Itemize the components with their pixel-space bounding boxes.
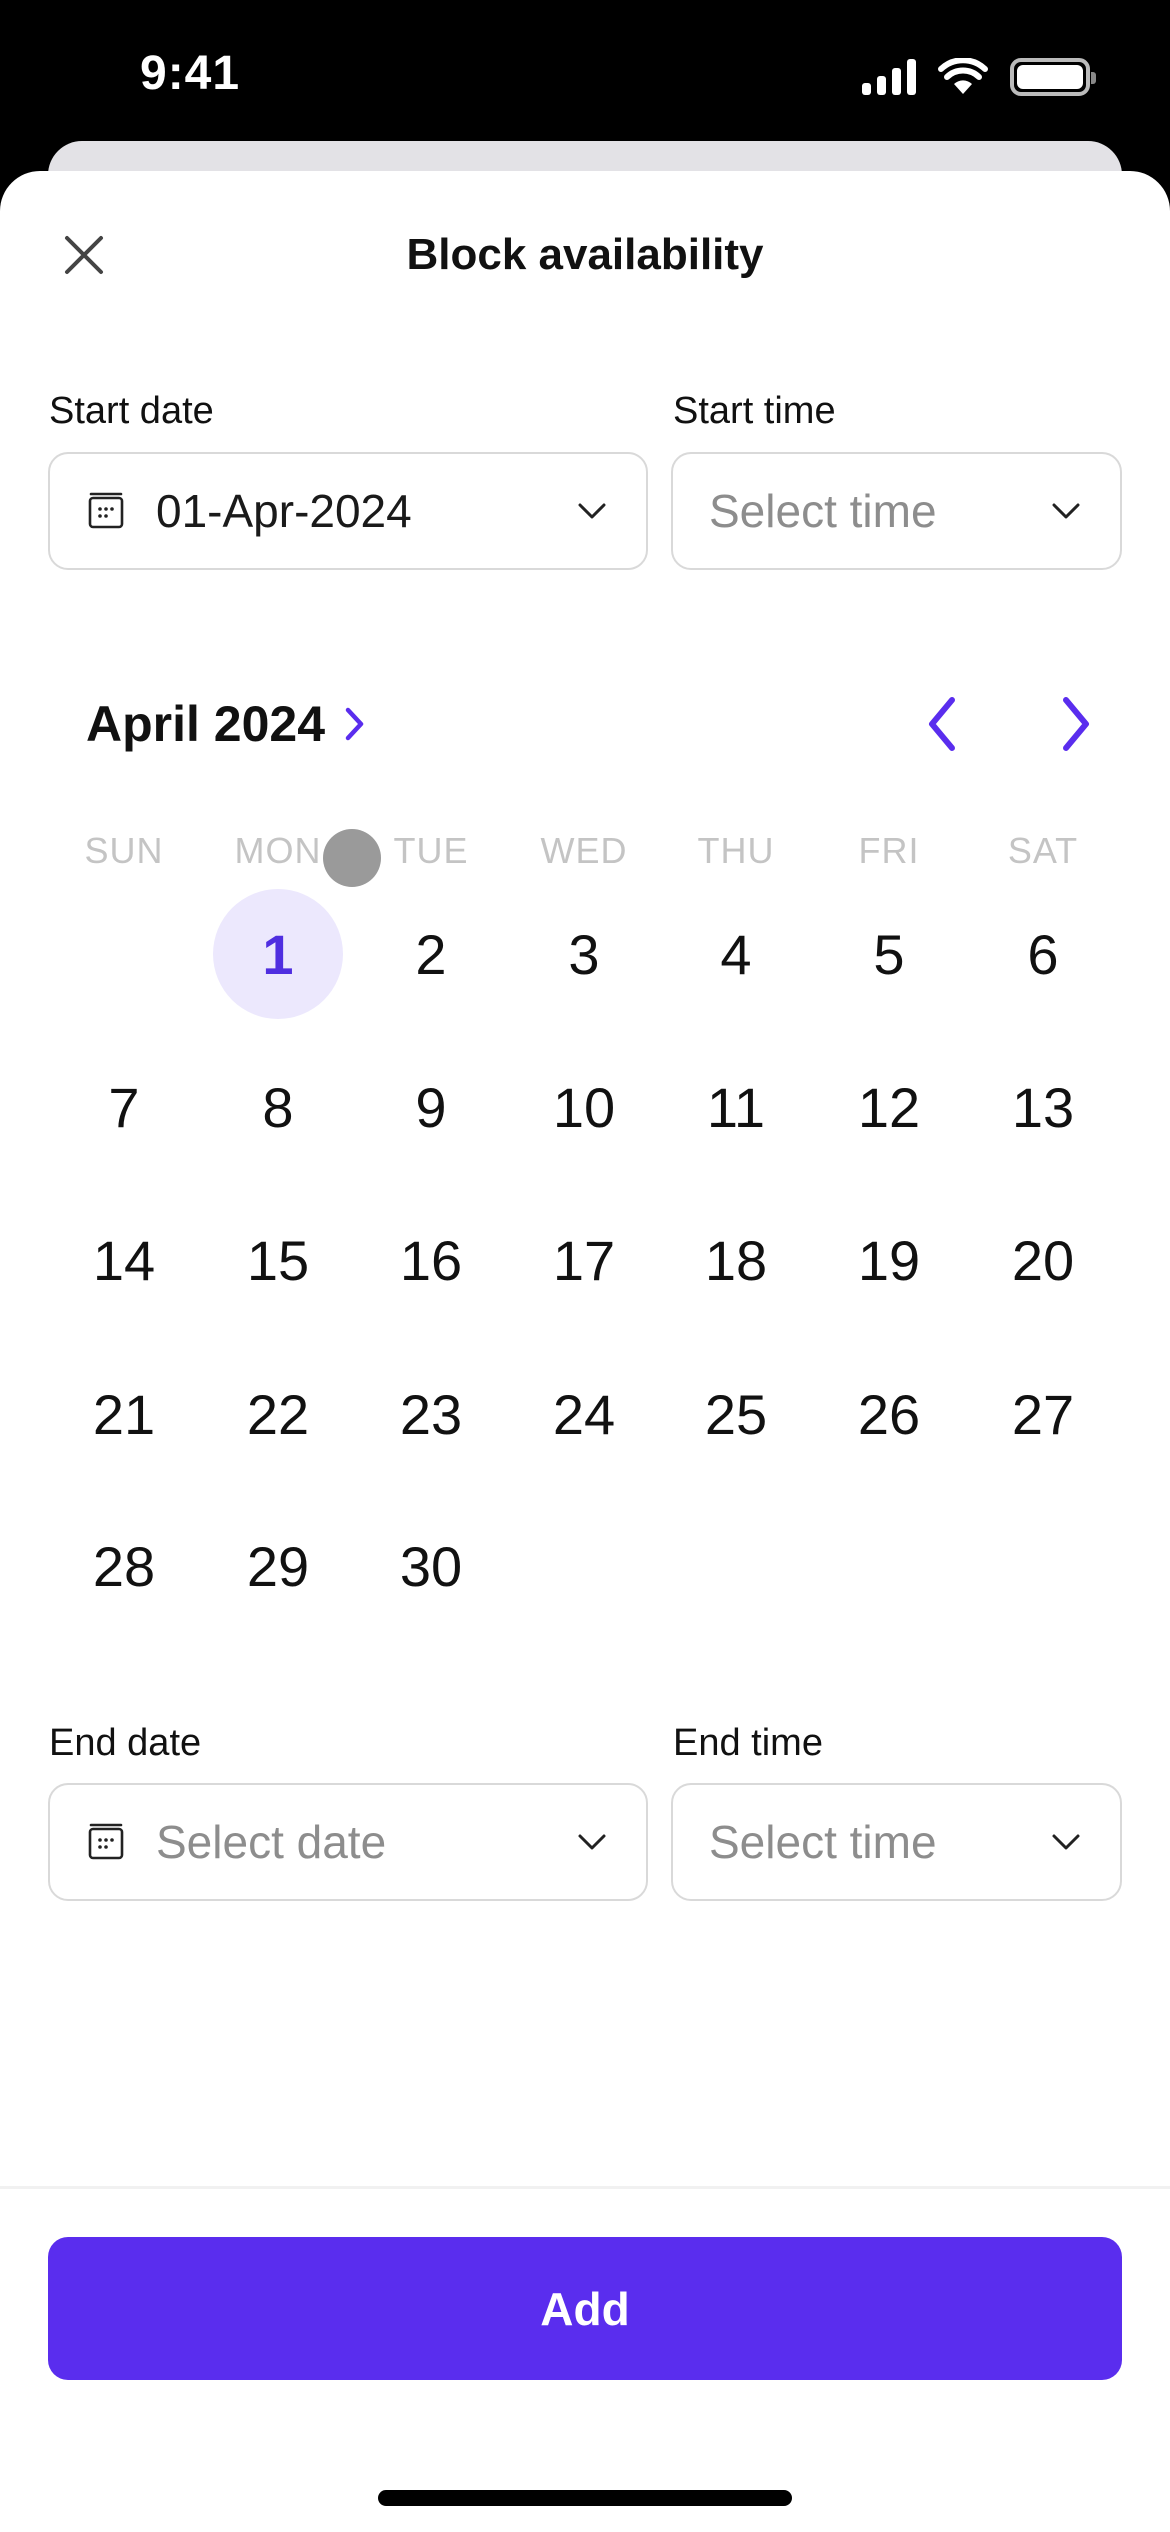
- chevron-down-icon: [1052, 1834, 1080, 1850]
- chevron-down-icon: [578, 503, 606, 519]
- weekday-label: SUN: [84, 830, 164, 871]
- calendar-day[interactable]: 20: [978, 1195, 1108, 1325]
- chevron-right-icon: [345, 707, 364, 741]
- calendar-day[interactable]: 5: [824, 889, 954, 1019]
- calendar-day[interactable]: 15: [213, 1195, 343, 1325]
- end-date-placeholder: Select date: [156, 1816, 387, 1868]
- calendar-day[interactable]: 6: [978, 889, 1108, 1019]
- end-time-placeholder: Select time: [709, 1816, 937, 1868]
- calendar-day[interactable]: 11: [671, 1042, 801, 1172]
- calendar-day[interactable]: 17: [519, 1195, 649, 1325]
- start-date-field[interactable]: 01-Apr-2024: [48, 452, 648, 570]
- home-indicator: [378, 2490, 792, 2506]
- wifi-icon: [938, 58, 988, 94]
- weekday-label: SAT: [1007, 830, 1079, 871]
- calendar-day[interactable]: 12: [824, 1042, 954, 1172]
- calendar-day[interactable]: 24: [519, 1349, 649, 1479]
- calendar-day[interactable]: 14: [59, 1195, 189, 1325]
- next-month-button[interactable]: [1044, 690, 1108, 758]
- calendar-day[interactable]: 3: [519, 889, 649, 1019]
- start-time-field[interactable]: Select time: [671, 452, 1122, 570]
- start-date-label: Start date: [49, 390, 214, 432]
- calendar-day[interactable]: 30: [366, 1501, 496, 1631]
- calendar-day[interactable]: 29: [213, 1501, 343, 1631]
- signal-icon: [862, 59, 916, 95]
- calendar-day[interactable]: 4: [671, 889, 801, 1019]
- previous-month-button[interactable]: [910, 690, 974, 758]
- calendar-day-selected[interactable]: 1: [213, 889, 343, 1019]
- page-title: Block availability: [406, 230, 764, 279]
- calendar-day[interactable]: 28: [59, 1501, 189, 1631]
- calendar-day[interactable]: 26: [824, 1349, 954, 1479]
- weekday-label: FRI: [858, 830, 920, 871]
- chevron-left-icon: [929, 697, 955, 751]
- calendar-day[interactable]: 23: [366, 1349, 496, 1479]
- calendar-day[interactable]: 18: [671, 1195, 801, 1325]
- end-date-label: End date: [49, 1722, 202, 1764]
- chevron-down-icon: [1052, 503, 1080, 519]
- touch-indicator: [323, 829, 381, 887]
- status-time: 9:41: [140, 47, 241, 100]
- month-title-button[interactable]: April 2024: [86, 695, 367, 753]
- chevron-down-icon: [578, 1834, 606, 1850]
- month-title: April 2024: [86, 696, 326, 752]
- calendar-icon: [88, 1823, 124, 1860]
- calendar-day[interactable]: 27: [978, 1349, 1108, 1479]
- status-icons: [862, 58, 1096, 96]
- status-bar: 9:41: [0, 0, 1170, 140]
- calendar-day[interactable]: 13: [978, 1042, 1108, 1172]
- calendar-icon: [88, 492, 124, 529]
- calendar-day[interactable]: 10: [519, 1042, 649, 1172]
- calendar-day[interactable]: 9: [366, 1042, 496, 1172]
- calendar-day[interactable]: 21: [59, 1349, 189, 1479]
- end-time-field[interactable]: Select time: [671, 1783, 1122, 1901]
- end-date-field[interactable]: Select date: [48, 1783, 648, 1901]
- calendar-day[interactable]: 22: [213, 1349, 343, 1479]
- weekday-label: TUE: [393, 830, 469, 871]
- chevron-right-icon: [1063, 697, 1089, 751]
- calendar-day[interactable]: 16: [366, 1195, 496, 1325]
- battery-icon: [1010, 58, 1096, 96]
- calendar-day[interactable]: 19: [824, 1195, 954, 1325]
- calendar-day[interactable]: 25: [671, 1349, 801, 1479]
- calendar-day[interactable]: 2: [366, 889, 496, 1019]
- weekday-label: WED: [540, 830, 628, 871]
- end-time-label: End time: [673, 1722, 823, 1764]
- calendar-day[interactable]: 7: [59, 1042, 189, 1172]
- footer-divider: [0, 2186, 1170, 2189]
- add-button[interactable]: Add: [48, 2237, 1122, 2380]
- start-time-label: Start time: [673, 390, 836, 432]
- weekday-label: THU: [697, 830, 775, 871]
- calendar-day[interactable]: 8: [213, 1042, 343, 1172]
- start-date-value: 01-Apr-2024: [156, 485, 412, 537]
- start-time-placeholder: Select time: [709, 485, 937, 537]
